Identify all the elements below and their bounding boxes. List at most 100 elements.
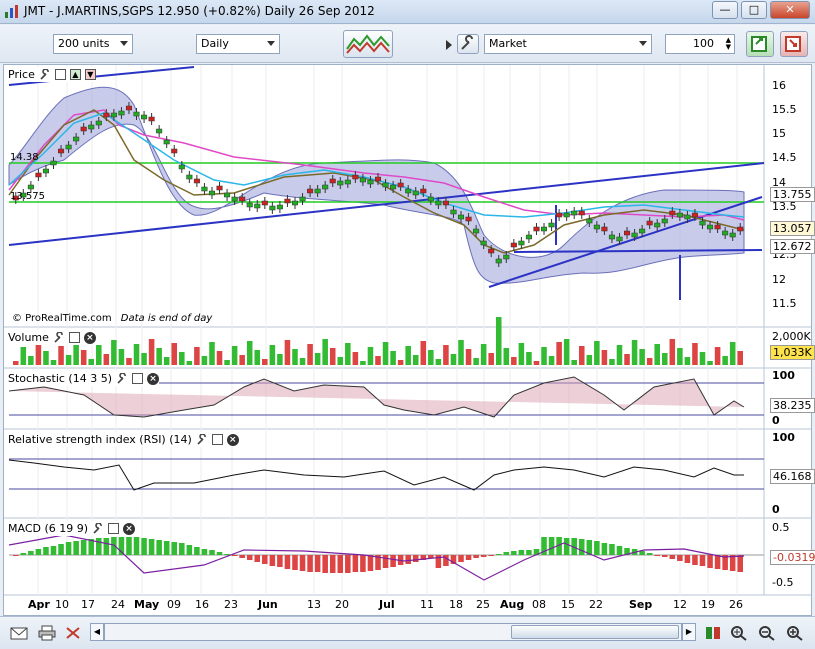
volume-bar <box>669 339 676 365</box>
maximize-panel-icon[interactable] <box>211 434 223 445</box>
stepper-arrows-icon[interactable]: ▲ ▼ <box>726 37 731 51</box>
volume-bar <box>722 356 728 365</box>
volume-bar <box>156 348 162 365</box>
close-panel-icon[interactable]: × <box>123 522 136 535</box>
macd-histogram-bar <box>277 555 283 567</box>
buy-icon <box>751 36 767 52</box>
macd-histogram-bar <box>367 555 374 571</box>
volume-bar <box>239 355 245 365</box>
volume-bar <box>179 352 185 365</box>
candle-body <box>646 220 653 226</box>
wrench-icon[interactable] <box>92 522 104 535</box>
candle-body <box>141 114 148 120</box>
macd-histogram-bar <box>58 544 64 555</box>
wrench-icon[interactable] <box>39 68 51 81</box>
volume-bar <box>420 341 427 365</box>
wrench-icon[interactable] <box>457 34 479 54</box>
chart-area[interactable]: Price ▲ ▼ Volume × Stochastic (14 3 5) ×… <box>3 64 815 616</box>
chevron-down-icon <box>120 41 128 46</box>
candle-body <box>405 188 412 194</box>
maximize-panel-icon[interactable] <box>132 373 144 384</box>
maximize-button[interactable]: □ <box>741 1 767 19</box>
volume-bar <box>126 358 132 365</box>
volume-bar <box>729 342 736 365</box>
wrench-icon[interactable] <box>196 433 208 446</box>
candle-body <box>737 226 744 232</box>
email-icon[interactable] <box>10 625 28 641</box>
volume-bar <box>352 352 359 365</box>
indicators-button[interactable] <box>343 30 393 58</box>
close-panel-icon[interactable]: × <box>83 331 96 344</box>
maximize-panel-icon[interactable] <box>68 332 80 343</box>
candle-body <box>420 188 427 194</box>
price-panel-header: Price ▲ ▼ <box>8 67 96 82</box>
collapse-arrow-icon[interactable] <box>446 40 452 50</box>
split-view-icon[interactable] <box>704 625 722 641</box>
macd-histogram-bar <box>503 552 510 555</box>
macd-histogram-bar <box>254 555 261 562</box>
candle-body <box>533 226 540 232</box>
macd-histogram-bar <box>292 555 298 570</box>
close-panel-icon[interactable]: × <box>226 433 239 446</box>
macd-axis-bottom: -0.5 <box>772 576 794 589</box>
cross-tool-icon[interactable] <box>64 625 82 641</box>
volume-bar <box>337 357 344 365</box>
zoom-out-icon[interactable] <box>758 625 776 641</box>
zoom-in-icon[interactable] <box>786 625 804 641</box>
macd-histogram-bar <box>654 555 660 556</box>
units-select[interactable]: 200 units <box>53 34 133 54</box>
macd-histogram-bar <box>345 555 351 573</box>
print-icon[interactable] <box>38 625 56 641</box>
minimize-button[interactable]: — <box>712 1 738 19</box>
volume-bar <box>533 361 540 365</box>
period-select[interactable]: Daily <box>196 34 280 54</box>
buy-button[interactable] <box>746 31 774 57</box>
sell-button[interactable] <box>780 31 808 57</box>
macd-histogram-bar <box>601 543 608 555</box>
macd-histogram-bar <box>13 555 19 556</box>
candle-body <box>254 203 261 209</box>
macd-histogram-bar <box>322 555 328 573</box>
wrench-icon[interactable] <box>53 331 65 344</box>
macd-histogram-bar <box>307 555 313 572</box>
price-tick-label: 15.5 <box>772 103 797 116</box>
candle-body <box>73 136 80 142</box>
rsi-panel-header: Relative strength index (RSI) (14) × <box>8 432 239 447</box>
order-type-select[interactable]: Market <box>484 34 652 54</box>
wrench-icon[interactable] <box>116 372 128 385</box>
lower-level-tag: 12.672 <box>770 239 815 254</box>
volume-bar <box>458 340 464 365</box>
x-axis-day-label: 26 <box>729 598 743 611</box>
volume-panel-header: Volume × <box>8 330 96 345</box>
source-label: © ProRealTime.com <box>12 313 112 324</box>
horizontal-scrollbar[interactable] <box>104 623 682 641</box>
volume-current-tag: 1,033K <box>770 345 815 360</box>
close-panel-icon[interactable]: × <box>147 372 160 385</box>
move-down-icon[interactable]: ▼ <box>84 69 96 80</box>
candle-body <box>510 242 517 248</box>
upper-band-tag: 13.755 <box>770 187 815 202</box>
rsi-axis-top: 100 <box>772 431 795 444</box>
move-up-icon[interactable]: ▲ <box>69 69 81 80</box>
x-axis-day-label: 15 <box>561 598 575 611</box>
scroll-right-button[interactable]: ▶ <box>682 623 696 641</box>
scrollbar-thumb[interactable] <box>511 625 679 639</box>
volume-bar <box>299 358 306 365</box>
volume-bar <box>58 346 64 365</box>
x-axis-day-label: 25 <box>476 598 490 611</box>
volume-bar <box>322 339 328 365</box>
maximize-panel-icon[interactable] <box>54 69 66 80</box>
zoom-fit-icon[interactable] <box>730 625 748 641</box>
volume-bar <box>714 347 721 365</box>
x-axis-day-label: 22 <box>589 598 603 611</box>
candle-body <box>707 224 714 230</box>
stochastic-panel-label: Stochastic (14 3 5) <box>8 372 113 385</box>
close-button[interactable]: ✕ <box>770 1 810 19</box>
candle-body <box>178 164 185 170</box>
volume-bar <box>518 343 525 365</box>
quantity-stepper[interactable]: 100 ▲ ▼ <box>665 34 735 54</box>
candle-body <box>231 196 238 202</box>
scroll-left-button[interactable]: ◀ <box>90 623 104 641</box>
macd-histogram-bar <box>518 550 525 555</box>
maximize-panel-icon[interactable] <box>108 523 120 534</box>
